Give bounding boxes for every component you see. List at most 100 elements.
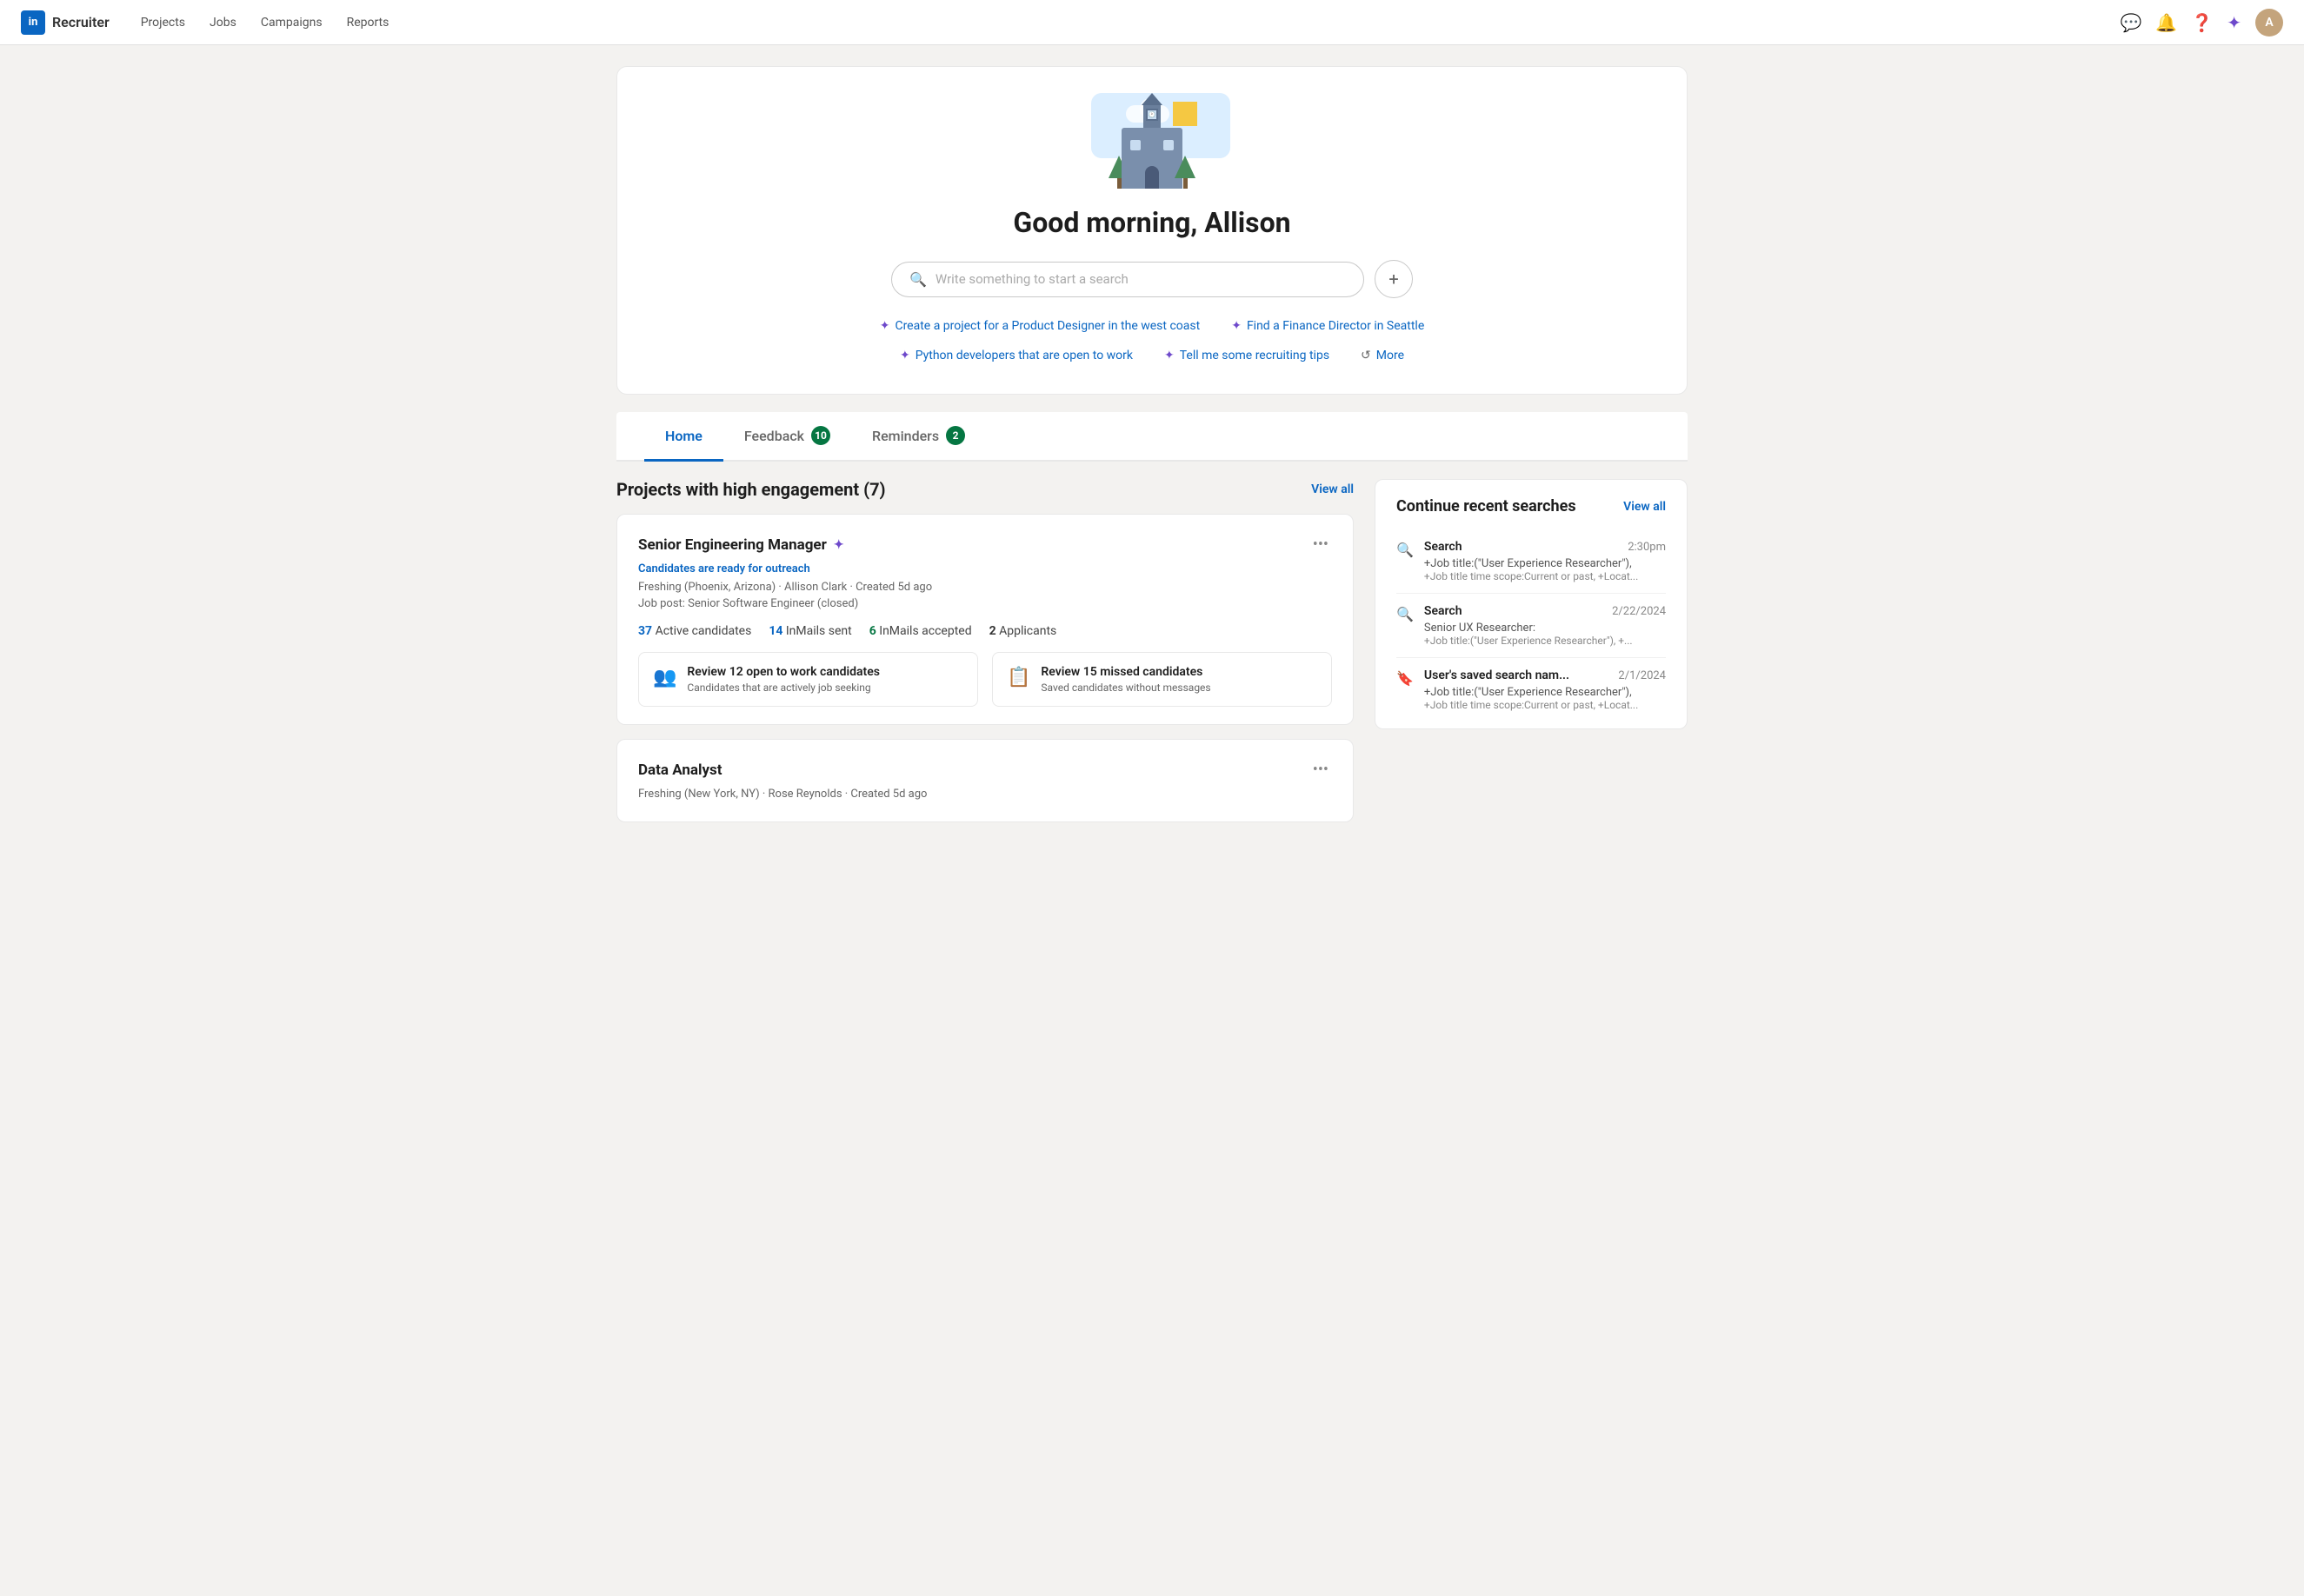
- search-item-date: 2/1/2024: [1618, 669, 1666, 682]
- search-item-desc: +Job title:("User Experience Researcher"…: [1424, 686, 1666, 699]
- tab-label: Home: [665, 428, 703, 444]
- projects-title: Projects with high engagement (7): [616, 479, 886, 500]
- stat-item: 14 InMails sent: [769, 624, 851, 638]
- project-stats: 37 Active candidates 14 InMails sent 6 InM…: [638, 624, 1332, 638]
- stat-label: Active candidates: [656, 624, 752, 638]
- stat-number: 37: [638, 624, 652, 638]
- project-card-header: Senior Engineering Manager✦ •••: [638, 532, 1332, 557]
- suggestion-text: More: [1376, 349, 1404, 362]
- action-title: Review 15 missed candidates: [1041, 665, 1210, 679]
- hero-greeting: Good morning, Allison: [645, 206, 1659, 239]
- search-bar[interactable]: 🔍 Write something to start a search: [891, 262, 1364, 297]
- recent-search-item[interactable]: 🔍 Search2:30pm+Job title:("User Experienc…: [1396, 529, 1666, 594]
- sparkle-icon: ✦: [880, 319, 890, 333]
- search-item-row1: User's saved search nam...2/1/2024: [1424, 668, 1666, 682]
- projects-list: Senior Engineering Manager✦ ••• Candidates…: [616, 514, 1354, 822]
- project-card: Senior Engineering Manager✦ ••• Candidates…: [616, 514, 1354, 725]
- navbar: in Recruiter ProjectsJobsCampaignsReport…: [0, 0, 2304, 45]
- hero-section: 🕐 Good morning, Allison 🔍 Write somethi: [616, 66, 1688, 395]
- stat-number: 14: [769, 624, 782, 638]
- action-desc: Saved candidates without messages: [1041, 682, 1210, 694]
- action-text: Review 12 open to work candidates Candid…: [687, 665, 880, 694]
- brand-name: Recruiter: [52, 14, 110, 30]
- stat-item: 6 InMails accepted: [869, 624, 972, 638]
- action-icon: 📋: [1007, 667, 1030, 688]
- ai-sparkle-icon[interactable]: ✦: [2227, 12, 2241, 33]
- projects-section-header: Projects with high engagement (7) View a…: [616, 479, 1354, 500]
- nav-item-jobs[interactable]: Jobs: [199, 10, 247, 35]
- project-meta1: Freshing (Phoenix, Arizona) · Allison Cl…: [638, 581, 1332, 594]
- recent-searches-panel: Continue recent searches View all 🔍Searc…: [1375, 479, 1688, 729]
- search-icon: 🔍: [909, 271, 927, 288]
- bookmark-icon: 🔖: [1396, 670, 1414, 687]
- avatar[interactable]: A: [2255, 9, 2283, 37]
- project-name[interactable]: Senior Engineering Manager✦: [638, 536, 844, 554]
- stat-item: 2 Applicants: [989, 624, 1057, 638]
- message-icon[interactable]: 💬: [2121, 12, 2142, 33]
- stat-number: 6: [869, 624, 876, 638]
- search-item-desc: +Job title:("User Experience Researcher"…: [1424, 557, 1666, 570]
- project-more-button[interactable]: •••: [1309, 532, 1332, 557]
- search-item-content: Search2:30pm+Job title:("User Experience…: [1424, 540, 1666, 582]
- tab-badge: 2: [946, 426, 965, 445]
- project-status: Candidates are ready for outreach: [638, 562, 1332, 575]
- navbar-actions: 💬 🔔 ❓ ✦ A: [2121, 9, 2283, 37]
- suggestion-chip-s1[interactable]: ✦ Create a project for a Product Designer…: [873, 316, 1207, 336]
- sparkle-icon: ✦: [900, 349, 910, 362]
- tab-label: Reminders: [872, 428, 939, 444]
- sparkle-icon: ✦: [1164, 349, 1175, 362]
- tab-badge: 10: [811, 426, 830, 445]
- projects-view-all[interactable]: View all: [1311, 482, 1354, 496]
- recent-search-item[interactable]: 🔖 User's saved search nam...2/1/2024 +Job …: [1396, 658, 1666, 711]
- search-plus-button[interactable]: +: [1375, 260, 1413, 298]
- bell-icon[interactable]: 🔔: [2155, 12, 2177, 33]
- suggestions-list: ✦ Create a project for a Product Designer…: [856, 316, 1448, 366]
- stat-label: InMails accepted: [879, 624, 971, 638]
- tab-reminders[interactable]: Reminders 2: [851, 412, 986, 462]
- hero-illustration: 🕐: [1091, 102, 1213, 189]
- nav-item-reports[interactable]: Reports: [336, 10, 400, 35]
- suggestion-chip-s5[interactable]: ↺ More: [1354, 345, 1411, 366]
- action-card[interactable]: 📋 Review 15 missed candidates Saved cand…: [992, 652, 1332, 707]
- suggestion-text: Create a project for a Product Designer …: [895, 319, 1200, 333]
- search-item-subdesc: +Job title time scope:Current or past, +…: [1424, 699, 1666, 711]
- project-more-button[interactable]: •••: [1309, 757, 1332, 782]
- action-text: Review 15 missed candidates Saved candid…: [1041, 665, 1210, 694]
- stat-item: 37 Active candidates: [638, 624, 751, 638]
- search-item-subdesc: +Job title time scope:Current or past, +…: [1424, 570, 1666, 582]
- search-bar-wrap: 🔍 Write something to start a search +: [891, 260, 1413, 298]
- tab-home[interactable]: Home: [644, 412, 723, 462]
- linkedin-icon: in: [21, 10, 45, 35]
- tab-label: Feedback: [744, 428, 804, 444]
- suggestion-chip-s2[interactable]: ✦Find a Finance Director in Seattle: [1224, 316, 1431, 336]
- recent-searches-view-all[interactable]: View all: [1623, 500, 1666, 514]
- logo[interactable]: in Recruiter: [21, 10, 110, 35]
- tab-feedback[interactable]: Feedback 10: [723, 412, 851, 462]
- action-icon: 👥: [653, 667, 676, 688]
- help-icon[interactable]: ❓: [2191, 12, 2213, 33]
- refresh-icon: ↺: [1361, 349, 1371, 362]
- recent-searches-list: 🔍 Search2:30pm+Job title:("User Experienc…: [1396, 529, 1666, 711]
- sun-icon: [1173, 102, 1197, 126]
- recent-search-item[interactable]: 🔍Search2/22/2024Senior UX Researcher:+Jo…: [1396, 594, 1666, 658]
- project-name[interactable]: Data Analyst: [638, 761, 722, 779]
- recent-searches-title: Continue recent searches: [1396, 497, 1576, 515]
- project-card-header: Data Analyst •••: [638, 757, 1332, 782]
- action-cards: 👥 Review 12 open to work candidates Cand…: [638, 652, 1332, 707]
- nav-item-projects[interactable]: Projects: [130, 10, 196, 35]
- suggestion-text: Tell me some recruiting tips: [1180, 349, 1329, 362]
- nav-item-campaigns[interactable]: Campaigns: [250, 10, 333, 35]
- suggestion-chip-s3[interactable]: ✦Python developers that are open to work: [893, 345, 1140, 366]
- tabs-section: Home Feedback 10 Reminders 2: [616, 412, 1688, 462]
- project-meta2: Job post: Senior Software Engineer (clos…: [638, 597, 1332, 610]
- action-card[interactable]: 👥 Review 12 open to work candidates Cand…: [638, 652, 978, 707]
- search-item-row1: Search2/22/2024: [1424, 604, 1666, 618]
- search-item-label: Search: [1424, 540, 1462, 554]
- search-item-content: Search2/22/2024Senior UX Researcher:+Job…: [1424, 604, 1666, 647]
- tabs-bar: Home Feedback 10 Reminders 2: [616, 412, 1688, 462]
- search-icon: 🔍: [1396, 542, 1414, 558]
- suggestion-chip-s4[interactable]: ✦ Tell me some recruiting tips: [1157, 345, 1336, 366]
- stat-label: InMails sent: [786, 624, 852, 638]
- project-meta1: Freshing (New York, NY) · Rose Reynolds …: [638, 788, 1332, 801]
- project-card: Data Analyst ••• Freshing (New York, NY) ·…: [616, 739, 1354, 822]
